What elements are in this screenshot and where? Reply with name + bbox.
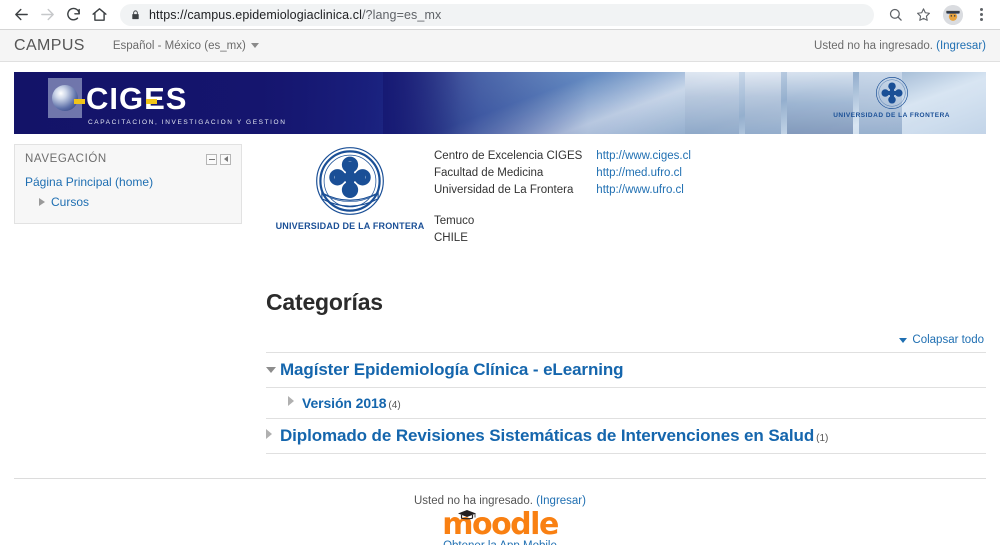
navigation-list: Página Principal (home) Cursos <box>25 173 231 209</box>
collapse-icon[interactable] <box>206 153 217 165</box>
category-link[interactable]: Magíster Epidemiología Clínica - eLearni… <box>280 360 624 380</box>
ciges-logo: CIGES CAPACITACION, INVESTIGACION Y GEST… <box>48 78 287 126</box>
ufro-banner-logo: UNIVERSIDAD DE LA FRONTERA <box>833 76 950 119</box>
lock-icon <box>130 9 141 21</box>
category-row[interactable]: Versión 2018 (4) <box>266 388 986 419</box>
category-count: (4) <box>388 400 401 411</box>
graduation-cap-icon <box>457 508 477 520</box>
footer-login-notice: Usted no ha ingresado. <box>414 495 533 507</box>
contact-city: Temuco <box>434 215 475 227</box>
sidebar: NAVEGACIÓN Página Principal (home) Curso… <box>14 134 242 224</box>
login-notice: Usted no ha ingresado. <box>814 39 933 52</box>
footer-login-link[interactable]: (Ingresar) <box>536 495 586 507</box>
ufro-seal-icon <box>313 144 387 218</box>
chevron-down-icon <box>250 43 259 48</box>
moodle-logo[interactable]: moodle <box>441 508 559 540</box>
dock-icon[interactable] <box>220 153 231 165</box>
navigation-block-header: NAVEGACIÓN <box>25 153 231 165</box>
avatar-icon[interactable] <box>943 4 963 25</box>
ufro-banner-caption: UNIVERSIDAD DE LA FRONTERA <box>833 112 950 119</box>
collapse-all-label: Colapsar todo <box>912 334 984 346</box>
login-status: Usted no ha ingresado. (Ingresar) <box>814 40 986 52</box>
footer-login-status: Usted no ha ingresado. (Ingresar) <box>0 495 1000 507</box>
category-link[interactable]: Versión 2018 <box>302 395 387 411</box>
home-icon[interactable] <box>86 2 112 28</box>
search-icon[interactable] <box>882 2 908 28</box>
sidebar-item-label[interactable]: Cursos <box>51 195 89 209</box>
contact-info: Centro de Excelencia CIGES Facultad de M… <box>434 144 691 247</box>
med-ufro-link[interactable]: http://med.ufro.cl <box>596 165 691 182</box>
language-selector[interactable]: Español - México (es_mx) <box>113 40 259 52</box>
site-navbar: CAMPUS Español - México (es_mx) Usted no… <box>0 30 1000 62</box>
browser-toolbar: https://campus.epidemiologiaclinica.cl/?… <box>0 0 1000 30</box>
chevron-right-icon[interactable] <box>288 396 302 406</box>
sidebar-item-label[interactable]: Página Principal (home) <box>25 175 153 189</box>
ufro-website-link[interactable]: http://www.ufro.cl <box>596 182 691 199</box>
ufro-logo: UNIVERSIDAD DE LA FRONTERA <box>266 144 434 231</box>
collapse-all-row: Colapsar todo <box>266 334 986 346</box>
block-action-buttons <box>206 153 231 165</box>
sidebar-item-courses[interactable]: Cursos <box>25 195 231 209</box>
contact-country: CHILE <box>434 232 468 244</box>
page-footer: Usted no ha ingresado. (Ingresar) moodle… <box>0 479 1000 545</box>
page-wrapper: CIGES CAPACITACION, INVESTIGACION Y GEST… <box>0 72 1000 454</box>
contact-links: http://www.ciges.cl http://med.ufro.cl h… <box>596 148 691 247</box>
login-link[interactable]: (Ingresar) <box>936 40 986 52</box>
chevron-down-icon <box>899 337 908 343</box>
site-banner: CIGES CAPACITACION, INVESTIGACION Y GEST… <box>14 72 986 134</box>
contact-line: Centro de Excelencia CIGES <box>434 150 583 162</box>
contact-names: Centro de Excelencia CIGES Facultad de M… <box>434 148 582 247</box>
browser-toolbar-right <box>882 2 992 28</box>
organization-info: UNIVERSIDAD DE LA FRONTERA Centro de Exc… <box>266 144 986 253</box>
contact-line: Universidad de La Frontera <box>434 184 574 196</box>
back-arrow-icon[interactable] <box>8 2 34 28</box>
chevron-down-icon[interactable] <box>266 367 280 373</box>
ciges-wordmark: CIGES <box>74 83 187 114</box>
star-icon[interactable] <box>910 2 936 28</box>
main-region: NAVEGACIÓN Página Principal (home) Curso… <box>14 134 986 454</box>
category-row[interactable]: Diplomado de Revisiones Sistemáticas de … <box>266 419 986 454</box>
sidebar-item-home[interactable]: Página Principal (home) <box>25 173 231 191</box>
url-text: https://campus.epidemiologiaclinica.cl/?… <box>149 7 442 22</box>
ciges-website-link[interactable]: http://www.ciges.cl <box>596 148 691 165</box>
ufro-caption: UNIVERSIDAD DE LA FRONTERA <box>275 221 425 231</box>
ufro-seal-icon <box>875 76 909 110</box>
navigation-block: NAVEGACIÓN Página Principal (home) Curso… <box>14 144 242 224</box>
navigation-block-title: NAVEGACIÓN <box>25 153 107 165</box>
page-title: Categorías <box>266 289 383 315</box>
category-list: Magíster Epidemiología Clínica - eLearni… <box>266 352 986 454</box>
chevron-right-icon[interactable] <box>39 198 45 206</box>
category-row[interactable]: Magíster Epidemiología Clínica - eLearni… <box>266 353 986 388</box>
reload-icon[interactable] <box>60 2 86 28</box>
contact-line: Facultad de Medicina <box>434 167 544 179</box>
collapse-all-button[interactable]: Colapsar todo <box>899 334 984 346</box>
address-bar[interactable]: https://campus.epidemiologiaclinica.cl/?… <box>120 3 874 26</box>
chevron-right-icon[interactable] <box>266 429 280 439</box>
category-count: (1) <box>816 433 829 444</box>
category-link[interactable]: Diplomado de Revisiones Sistemáticas de … <box>280 426 814 446</box>
ciges-tagline: CAPACITACION, INVESTIGACION Y GESTION <box>88 119 287 126</box>
content-region: UNIVERSIDAD DE LA FRONTERA Centro de Exc… <box>242 134 986 454</box>
forward-arrow-icon <box>34 2 60 28</box>
kebab-menu-icon[interactable] <box>970 8 992 21</box>
site-brand[interactable]: CAMPUS <box>14 37 85 55</box>
language-label: Español - México (es_mx) <box>112 39 246 52</box>
